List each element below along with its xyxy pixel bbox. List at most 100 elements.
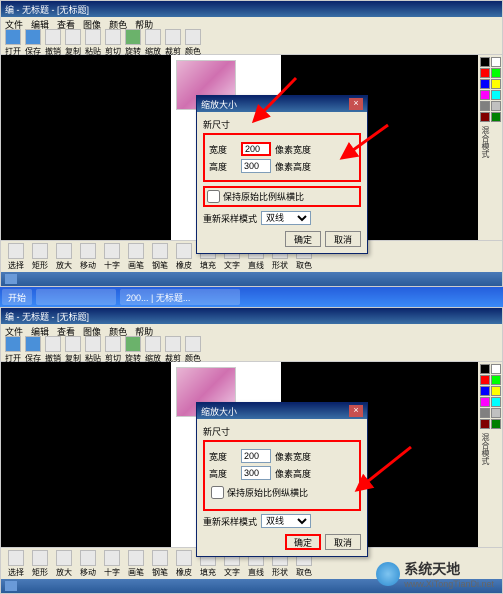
toolbar-rotate-2[interactable]: 旋转 [125, 336, 141, 364]
swatch-darkgreen[interactable] [491, 419, 501, 429]
crop-icon [165, 336, 181, 352]
swatch-maroon[interactable] [480, 419, 490, 429]
tool-pen[interactable]: 钢笔 [149, 243, 171, 271]
tool-brush-2[interactable]: 画笔 [125, 550, 147, 578]
window-titlebar: 编 - 无标题 - [无标题] [1, 1, 502, 17]
toolbar-color[interactable]: 颜色 [185, 29, 201, 57]
toolbar-cut-2[interactable]: 剪切 [105, 336, 121, 364]
dialog-title: 缩放大小 [201, 98, 237, 111]
toolbar-resize[interactable]: 缩放 [145, 29, 161, 57]
toolbar-save-2[interactable]: 保存 [25, 336, 41, 364]
width-label: 宽度 [209, 143, 237, 156]
panel-label-blend-2: 混合模式 [480, 433, 491, 465]
tool-eraser-2[interactable]: 橡皮 [173, 550, 195, 578]
toolbar-open-2[interactable]: 打开 [5, 336, 21, 364]
toolbar-rotate[interactable]: 旋转 [125, 29, 141, 57]
swatch-blue[interactable] [480, 79, 490, 89]
swatch-gray[interactable] [480, 408, 490, 418]
ok-button-2[interactable]: 确定 [285, 534, 321, 550]
tool-select[interactable]: 选择 [5, 243, 27, 271]
swatch-silver[interactable] [491, 101, 501, 111]
pen-icon [152, 243, 168, 259]
toolbar-copy-2[interactable]: 复制 [65, 336, 81, 364]
cancel-button-2[interactable]: 取消 [325, 534, 361, 550]
toolbar-undo-2[interactable]: 撤销 [45, 336, 61, 364]
ok-button[interactable]: 确定 [285, 231, 321, 247]
swatch-silver[interactable] [491, 408, 501, 418]
height-row-2: 高度 像素高度 [209, 466, 355, 480]
swatch-green[interactable] [491, 68, 501, 78]
height-input-2[interactable] [241, 466, 271, 480]
aspect-ratio-checkbox[interactable] [207, 190, 220, 203]
swatch-white[interactable] [491, 364, 501, 374]
color-icon [185, 336, 201, 352]
aspect-ratio-label: 保持原始比例纵横比 [223, 190, 304, 203]
tool-rect-2[interactable]: 矩形 [29, 550, 51, 578]
tool-move[interactable]: 移动 [77, 243, 99, 271]
width-row: 宽度 像素宽度 [209, 142, 355, 156]
tool-crosshair-2[interactable]: 十字 [101, 550, 123, 578]
tool-pen-2[interactable]: 钢笔 [149, 550, 171, 578]
swatch-red[interactable] [480, 375, 490, 385]
tool-brush[interactable]: 画笔 [125, 243, 147, 271]
dialog-titlebar-2[interactable]: 缩放大小 × [197, 403, 367, 419]
dialog-close-button[interactable]: × [349, 98, 363, 110]
taskbar-item-2[interactable]: 200... | 无标题... [120, 289, 240, 305]
resample-select[interactable]: 双线 [261, 211, 311, 225]
width-input-2[interactable] [241, 449, 271, 463]
resample-select-2[interactable]: 双线 [261, 514, 311, 528]
tool-zoom[interactable]: 放大 [53, 243, 75, 271]
crosshair-icon [104, 243, 120, 259]
swatch-white[interactable] [491, 57, 501, 67]
toolbar-save[interactable]: 保存 [25, 29, 41, 57]
toolbar-paste[interactable]: 粘贴 [85, 29, 101, 57]
eraser-icon [176, 243, 192, 259]
swatch-darkgreen[interactable] [491, 112, 501, 122]
rotate-icon [125, 29, 141, 45]
toolbar-undo[interactable]: 撤销 [45, 29, 61, 57]
dialog-close-button-2[interactable]: × [349, 405, 363, 417]
swatch-black[interactable] [480, 57, 490, 67]
dialog-titlebar[interactable]: 缩放大小 × [197, 96, 367, 112]
swatch-green[interactable] [491, 375, 501, 385]
dialog-body: 新尺寸 宽度 像素宽度 高度 像素高度 保持原始比例纵横比 [197, 112, 367, 253]
swatch-gray[interactable] [480, 101, 490, 111]
swatch-blue[interactable] [480, 386, 490, 396]
toolbar-color-2[interactable]: 颜色 [185, 336, 201, 364]
swatch-magenta[interactable] [480, 397, 490, 407]
tool-eraser[interactable]: 橡皮 [173, 243, 195, 271]
swatch-magenta[interactable] [480, 90, 490, 100]
toolbar-crop[interactable]: 裁剪 [165, 29, 181, 57]
rect-icon [32, 243, 48, 259]
swatch-red[interactable] [480, 68, 490, 78]
width-input[interactable] [241, 142, 271, 156]
canvas-area: 混合模式 缩放大小 × 新尺寸 宽度 像素宽度 高度 [1, 55, 502, 240]
taskbar-start[interactable]: 开始 [2, 289, 32, 305]
toolbar-cut[interactable]: 剪切 [105, 29, 121, 57]
cancel-button[interactable]: 取消 [325, 231, 361, 247]
aspect-ratio-row-2: 保持原始比例纵横比 [209, 484, 355, 501]
swatch-cyan[interactable] [491, 397, 501, 407]
tool-zoom-2[interactable]: 放大 [53, 550, 75, 578]
toolbar-paste-2[interactable]: 粘贴 [85, 336, 101, 364]
tool-crosshair[interactable]: 十字 [101, 243, 123, 271]
toolbar-resize-2[interactable]: 缩放 [145, 336, 161, 364]
resize-dialog-2: 缩放大小 × 新尺寸 宽度 像素宽度 高度 像素高度 [196, 402, 368, 557]
height-input[interactable] [241, 159, 271, 173]
toolbar-copy[interactable]: 复制 [65, 29, 81, 57]
window-titlebar-2: 编 - 无标题 - [无标题] [1, 308, 502, 324]
tool-rect[interactable]: 矩形 [29, 243, 51, 271]
app-footer [1, 272, 502, 286]
toolbar-crop-2[interactable]: 裁剪 [165, 336, 181, 364]
open-icon [5, 336, 21, 352]
swatch-cyan[interactable] [491, 90, 501, 100]
swatch-maroon[interactable] [480, 112, 490, 122]
toolbar-open[interactable]: 打开 [5, 29, 21, 57]
tool-move-2[interactable]: 移动 [77, 550, 99, 578]
taskbar-item-1[interactable] [36, 289, 116, 305]
tool-select-2[interactable]: 选择 [5, 550, 27, 578]
swatch-yellow[interactable] [491, 79, 501, 89]
swatch-black[interactable] [480, 364, 490, 374]
aspect-ratio-checkbox-2[interactable] [211, 486, 224, 499]
swatch-yellow[interactable] [491, 386, 501, 396]
